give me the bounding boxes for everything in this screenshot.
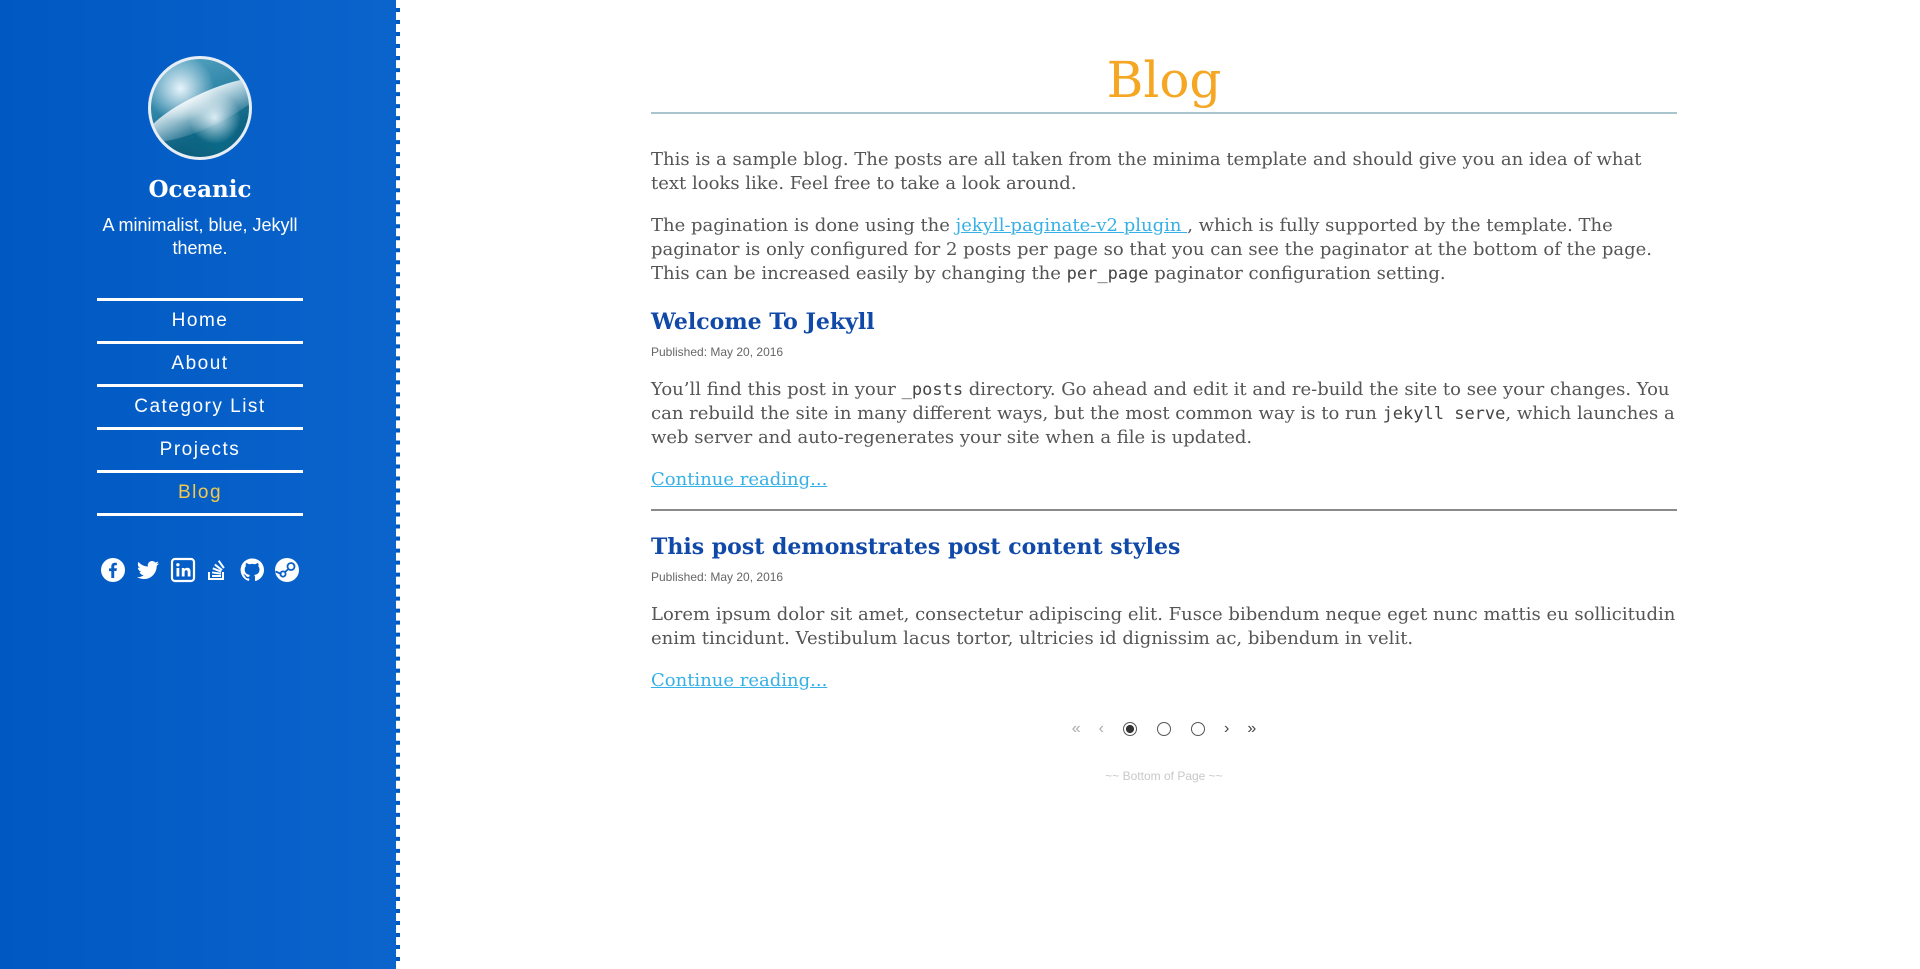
sidebar: Oceanic A minimalist, blue, Jekyll theme…: [0, 0, 400, 969]
main-content: Blog This is a sample blog. The posts ar…: [651, 0, 1677, 783]
next-page-button[interactable]: ›: [1224, 720, 1229, 738]
avatar-wave: [151, 67, 249, 153]
first-page-button[interactable]: «: [1072, 720, 1081, 738]
post-meta: Published: May 20, 2016: [651, 345, 784, 359]
site-title[interactable]: Oceanic: [0, 176, 400, 203]
continue-reading-link[interactable]: Continue reading...: [651, 469, 827, 490]
avatar[interactable]: [148, 56, 252, 160]
nav-item-projects[interactable]: Projects: [97, 430, 303, 473]
social-links: [100, 557, 300, 583]
stackoverflow-icon[interactable]: [204, 557, 230, 583]
intro-paragraph-1: This is a sample blog. The posts are all…: [651, 149, 1642, 194]
page-dot-2[interactable]: [1157, 722, 1171, 736]
post-title-link[interactable]: This post demonstrates post content styl…: [651, 533, 1677, 561]
inline-code: per_page: [1066, 264, 1149, 284]
pagination: « ‹ › »: [651, 719, 1677, 739]
github-icon[interactable]: [239, 557, 265, 583]
site-description: A minimalist, blue, Jekyll theme.: [102, 215, 298, 258]
nav-item-home[interactable]: Home: [97, 301, 303, 344]
page-dot-1[interactable]: [1123, 722, 1137, 736]
title-divider: [651, 112, 1677, 114]
post-card: Welcome To Jekyll Published: May 20, 201…: [651, 308, 1677, 490]
post-excerpt: You’ll find this post in your _posts dir…: [651, 378, 1677, 450]
nav-item-about[interactable]: About: [97, 344, 303, 387]
nav-item-blog[interactable]: Blog: [97, 473, 303, 516]
steam-icon[interactable]: [274, 557, 300, 583]
inline-code: jekyll serve: [1382, 404, 1506, 424]
sidebar-nav: Home About Category List Projects Blog: [97, 298, 303, 516]
intro-paragraph-2: The pagination is done using the jekyll-…: [651, 214, 1677, 286]
intro-text: The pagination is done using the: [651, 215, 956, 236]
last-page-button[interactable]: »: [1247, 720, 1256, 738]
twitter-icon[interactable]: [135, 557, 161, 583]
prev-page-button[interactable]: ‹: [1099, 720, 1104, 738]
post-excerpt: Lorem ipsum dolor sit amet, consectetur …: [651, 604, 1676, 649]
jekyll-paginate-link[interactable]: jekyll-paginate-v2 plugin: [956, 215, 1188, 236]
page-title: Blog: [1106, 51, 1222, 109]
linkedin-icon[interactable]: [170, 557, 196, 583]
nav-item-category-list[interactable]: Category List: [97, 387, 303, 430]
post-card: This post demonstrates post content styl…: [651, 533, 1677, 691]
post-title-link[interactable]: Welcome To Jekyll: [651, 308, 1677, 336]
bottom-of-page-note: ~~ Bottom of Page ~~: [1105, 769, 1223, 783]
excerpt-text: You’ll find this post in your: [651, 379, 902, 400]
inline-code: _posts: [901, 380, 964, 400]
post-meta: Published: May 20, 2016: [651, 570, 784, 584]
facebook-icon[interactable]: [100, 557, 126, 583]
intro-text: paginator configuration setting.: [1148, 263, 1446, 284]
post-divider: [651, 509, 1677, 511]
continue-reading-link[interactable]: Continue reading...: [651, 670, 827, 691]
page-dot-3[interactable]: [1191, 722, 1205, 736]
